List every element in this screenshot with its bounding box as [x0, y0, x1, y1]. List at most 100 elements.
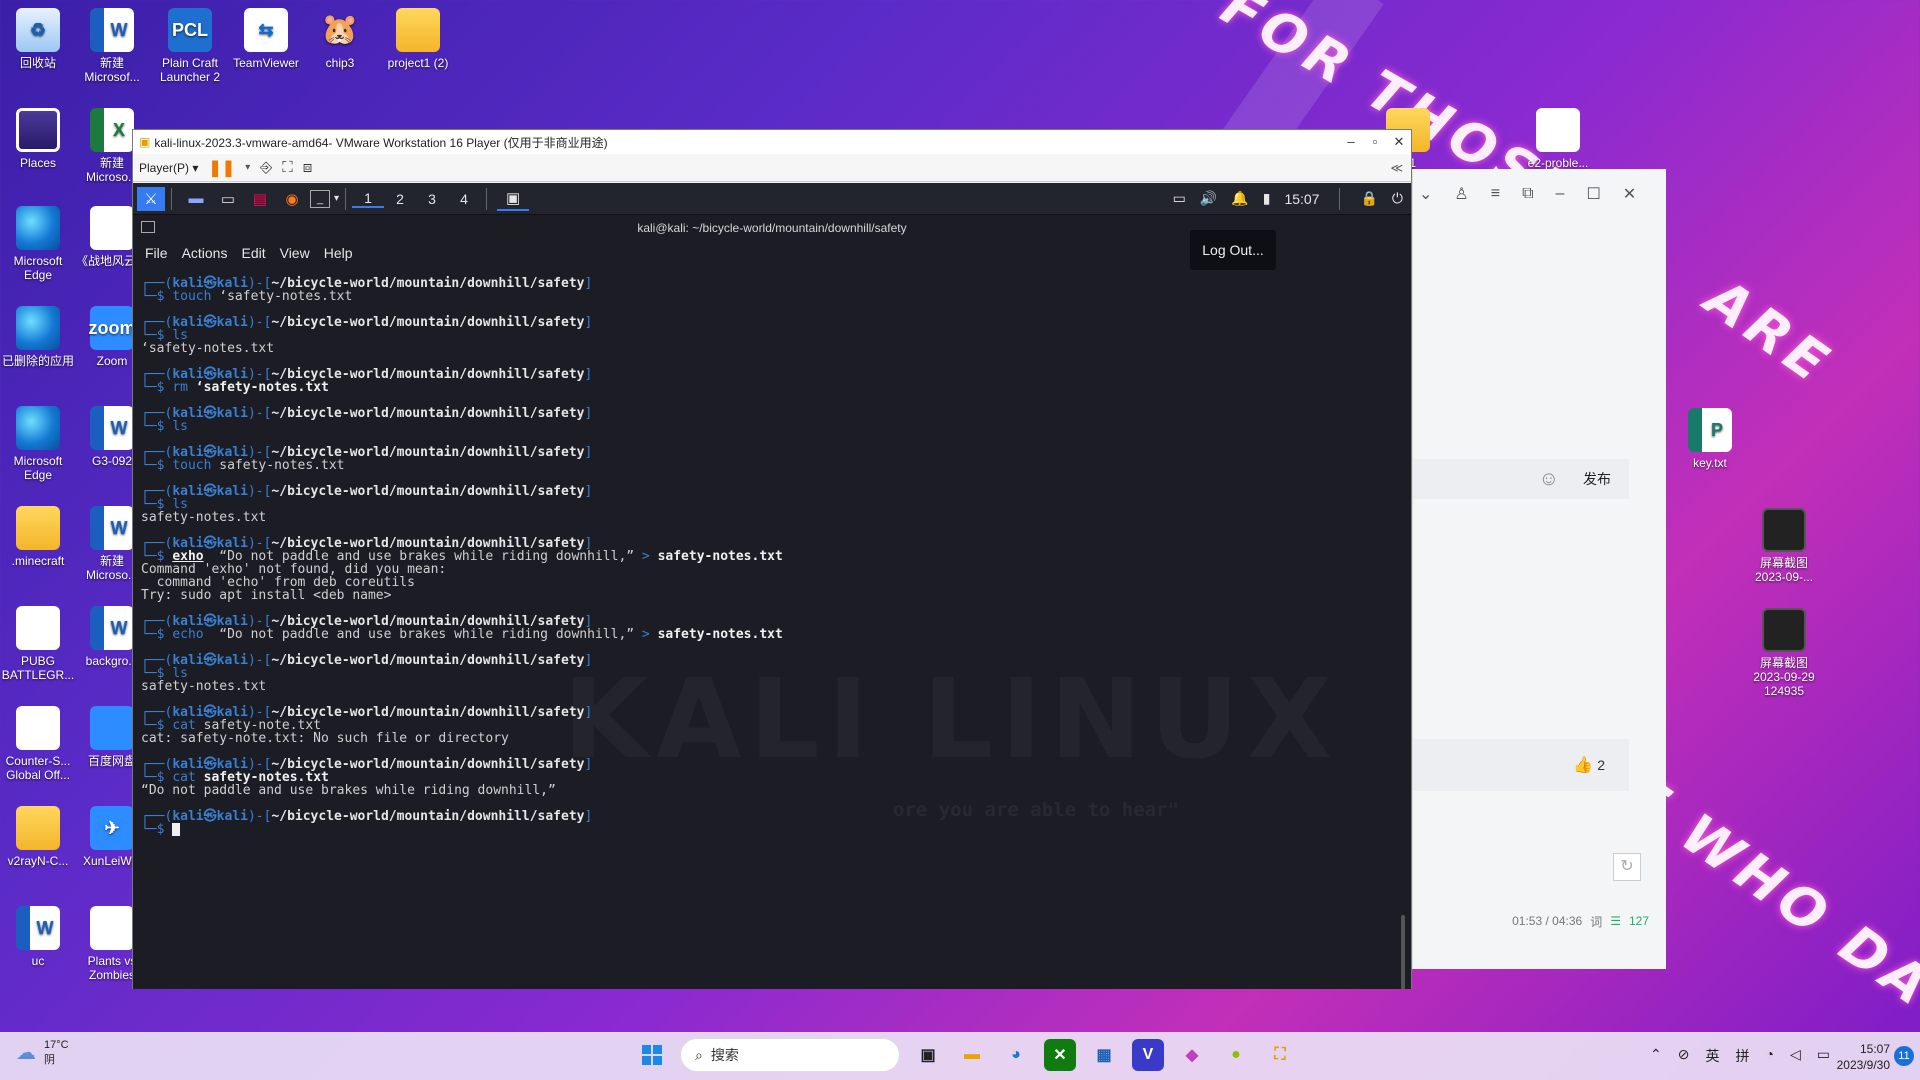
vmware-taskbar-icon[interactable]: V — [1132, 1039, 1164, 1071]
desktop-icon-screenshot-2[interactable]: 屏幕截图 2023-09-29 124935 — [1746, 608, 1822, 698]
command-line[interactable]: └─$ — [141, 823, 1391, 836]
battery-icon[interactable]: ▮ — [1263, 190, 1271, 207]
network-off-icon[interactable]: ⊘ — [1678, 1046, 1690, 1066]
terminal-scrollbar[interactable] — [1401, 915, 1405, 989]
desktop-icon-edge[interactable]: Microsoft Edge — [0, 206, 76, 282]
workspace-1[interactable]: 1 — [352, 190, 385, 208]
desktop-icon-e2-problem[interactable]: e2-proble... — [1520, 108, 1596, 170]
lyrics-icon[interactable]: 词 — [1590, 913, 1602, 930]
post-button[interactable]: 发布 — [1583, 469, 1611, 489]
menu-view[interactable]: View — [280, 241, 310, 265]
menu-file[interactable]: File — [145, 241, 168, 265]
desktop-icon-label: e2-proble... — [1527, 156, 1589, 170]
search-box[interactable]: ⌕ 搜索 — [680, 1038, 900, 1072]
command-args: “Do not paddle and use brakes while ridi… — [203, 627, 642, 642]
desktop-icon-word-doc[interactable]: W 新建 Microsof... — [74, 8, 150, 84]
desktop-icon-edge-2[interactable]: Microsoft Edge — [0, 406, 76, 482]
file-explorer-icon[interactable]: ▬ — [956, 1039, 988, 1071]
chevron-down-icon[interactable]: ▾ — [334, 193, 339, 204]
prompt-bracket: ] — [584, 705, 593, 720]
thumbs-up-icon[interactable]: 👍 — [1573, 755, 1593, 775]
workspace-2[interactable]: 2 — [384, 191, 416, 207]
display-icon[interactable]: ▭ — [1173, 190, 1186, 207]
maximize-button[interactable]: ▫ — [1363, 134, 1387, 150]
menu-icon[interactable]: ≡ — [1491, 185, 1500, 203]
chevron-up-icon[interactable]: ⌃ — [1650, 1046, 1662, 1066]
send-ctrl-alt-del-icon[interactable]: ⎆ — [260, 159, 272, 176]
desktop-icon-places[interactable]: Places — [0, 108, 76, 170]
prompt-bracket: ] — [584, 315, 593, 330]
taskbar-clock[interactable]: 15:07 2023/9/30 — [1837, 1041, 1890, 1073]
kali-menu-icon[interactable]: ⚔ — [137, 186, 165, 211]
xbox-icon[interactable]: ✕ — [1044, 1039, 1076, 1071]
show-desktop-icon[interactable]: ▬ — [182, 187, 210, 211]
desktop-icon-uc[interactable]: Wuc — [0, 906, 76, 968]
workspace-4[interactable]: 4 — [448, 191, 480, 207]
desktop-icon-screenshot-1[interactable]: 屏幕截图 2023-09-... — [1746, 508, 1822, 584]
minimize-icon[interactable]: – — [1556, 185, 1565, 203]
wifi-icon[interactable]: ◔ — [1766, 1046, 1774, 1066]
task-view-icon[interactable]: ▣ — [912, 1039, 944, 1071]
desktop-icon-minecraft[interactable]: .minecraft — [0, 506, 76, 568]
ball-icon[interactable]: ● — [1220, 1039, 1252, 1071]
chevron-down-icon[interactable]: ▾ — [245, 162, 250, 173]
desktop-icon-teamviewer[interactable]: ⇆ TeamViewer — [228, 8, 304, 70]
workspace-3[interactable]: 3 — [416, 191, 448, 207]
panel-clock[interactable]: 15:07 — [1284, 191, 1319, 207]
chevron-down-icon[interactable]: ⌄ — [1419, 184, 1432, 204]
desktop-icon-chip3[interactable]: 🐹 chip3 — [302, 8, 378, 71]
word-icon: W — [90, 8, 134, 52]
text-editor-icon[interactable]: ▤ — [246, 187, 274, 211]
shirt-icon[interactable]: ♙ — [1454, 184, 1468, 204]
prompt-line: ┌──(kali㉿kali)-[~/bicycle-world/mountain… — [141, 485, 1391, 498]
screenshot-tool-icon[interactable]: ⛶ — [1264, 1039, 1296, 1071]
terminal-icon[interactable]: _ — [310, 189, 330, 208]
terminal-output[interactable]: ┌──(kali㉿kali)-[~/bicycle-world/mountain… — [141, 277, 1391, 836]
battery-icon[interactable]: ▭ — [1817, 1046, 1830, 1066]
player-menu[interactable]: Player(P) ▾ — [139, 161, 198, 175]
desktop-icon-v2rayn[interactable]: v2rayN-C... — [0, 806, 76, 868]
prompt-bracket: )-[ — [247, 406, 272, 421]
menu-actions[interactable]: Actions — [182, 241, 228, 265]
collapse-toolbar-icon[interactable]: ≪ — [1390, 161, 1403, 175]
desktop-icon-key-txt[interactable]: Pkey.txt — [1672, 408, 1748, 470]
maximize-icon[interactable]: ☐ — [1586, 184, 1600, 204]
terminal-window[interactable]: kali@kali: ~/bicycle-world/mountain/down… — [133, 215, 1411, 989]
playlist-icon[interactable]: ☰ — [1610, 914, 1621, 928]
notification-badge[interactable]: 11 — [1894, 1046, 1914, 1066]
lock-icon[interactable]: 🔒 — [1360, 190, 1377, 207]
ime-lang[interactable]: 英 — [1706, 1046, 1720, 1066]
logout-icon[interactable]: ⏻ — [1392, 190, 1403, 207]
fullscreen-icon[interactable]: ⛶ — [282, 159, 293, 176]
mini-mode-icon[interactable]: ⧉ — [1522, 185, 1533, 203]
gem-icon[interactable]: ◆ — [1176, 1039, 1208, 1071]
volume-icon[interactable]: ◁ — [1790, 1046, 1801, 1066]
menu-help[interactable]: Help — [324, 241, 353, 265]
desktop-icon-deleted-apps[interactable]: 已删除的应用 — [0, 306, 76, 368]
edge-taskbar-icon[interactable]: ◕ — [1000, 1039, 1032, 1071]
notification-bell-icon[interactable]: 🔔 — [1231, 190, 1248, 207]
unity-icon[interactable]: ⧈ — [303, 159, 313, 176]
desktop-icon-project1[interactable]: project1 (2) — [380, 8, 456, 70]
pause-icon[interactable]: ❚❚ — [208, 158, 235, 178]
volume-icon[interactable]: 🔊 — [1200, 190, 1217, 207]
emoji-icon[interactable]: ☺ — [1539, 468, 1559, 491]
file-manager-icon[interactable]: ▭ — [214, 187, 242, 211]
ime-mode[interactable]: 拼 — [1736, 1046, 1750, 1066]
close-button[interactable]: ✕ — [1387, 134, 1411, 150]
firefox-icon[interactable]: ◉ — [278, 187, 306, 211]
desktop-icon-pubg[interactable]: PUBG BATTLEGR... — [0, 606, 76, 682]
terminal-task-icon[interactable]: ▣ — [497, 187, 530, 211]
desktop-icon-label: project1 (2) — [387, 56, 449, 70]
store-icon[interactable]: ▦ — [1088, 1039, 1120, 1071]
menu-edit[interactable]: Edit — [241, 241, 265, 265]
desktop-icon-recycle-bin[interactable]: ♻ 回收站 — [0, 8, 76, 70]
minimize-button[interactable]: – — [1339, 134, 1363, 150]
command-args: ‘safety-notes.txt — [211, 289, 353, 304]
weather-widget[interactable]: ☁ 17°C 阴 — [16, 1038, 69, 1068]
close-icon[interactable]: ✕ — [1623, 184, 1636, 204]
start-button[interactable] — [636, 1039, 668, 1071]
desktop-icon-csgo[interactable]: Counter-S... Global Off... — [0, 706, 76, 782]
refresh-icon[interactable]: ↻ — [1613, 853, 1641, 881]
desktop-icon-pcl[interactable]: PCL Plain Craft Launcher 2 — [152, 8, 228, 84]
